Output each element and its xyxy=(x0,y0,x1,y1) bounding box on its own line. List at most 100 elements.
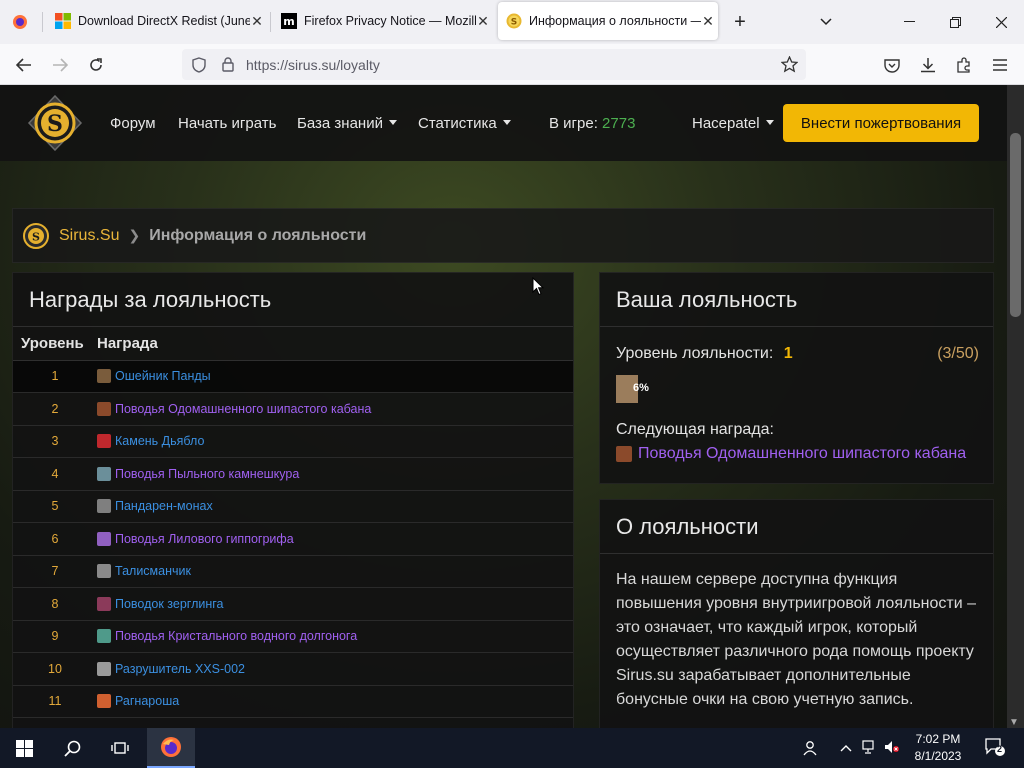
menu-knowledge-dropdown[interactable]: База знаний xyxy=(297,115,397,132)
back-arrow-icon[interactable] xyxy=(10,51,38,79)
sirus-logo-icon[interactable]: S xyxy=(27,95,83,151)
user-menu-dropdown[interactable]: Hacepatel xyxy=(692,115,774,132)
people-icon[interactable] xyxy=(802,740,818,759)
rewards-panel: Награды за лояльность Уровень Награда 1 О… xyxy=(12,272,574,728)
windows-start-icon[interactable] xyxy=(0,728,48,768)
reward-cell: Талисманчик xyxy=(97,555,573,588)
firefox-view-icon[interactable] xyxy=(6,8,34,36)
reward-link[interactable]: Ошейник Панды xyxy=(97,369,573,384)
your-loyalty-panel: Ваша лояльность Уровень лояльности: 1 (3… xyxy=(599,272,994,484)
browser-tab-bar: Download DirectX Redist (June ✕ m Firefo… xyxy=(0,0,1024,44)
tab-directx[interactable]: Download DirectX Redist (June ✕ xyxy=(48,2,268,40)
reward-cell: Поводья Лилового гиппогрифа xyxy=(97,522,573,556)
scrollbar-thumb[interactable] xyxy=(1010,133,1021,317)
table-row: 6 Поводья Лилового гиппогрифа xyxy=(13,522,573,556)
search-icon[interactable] xyxy=(48,728,96,768)
reward-link[interactable]: Камень Дьябло xyxy=(97,434,573,449)
reward-item-icon xyxy=(97,661,111,676)
notifications-icon[interactable]: 2 xyxy=(985,738,1005,759)
browser-nav-bar: https://sirus.su/loyalty xyxy=(0,44,1024,85)
mouse-cursor-icon xyxy=(532,277,544,296)
restore-window-button[interactable] xyxy=(940,8,970,36)
menu-play-link[interactable]: Начать играть xyxy=(178,115,276,132)
menu-stats-label: Статистика xyxy=(418,115,497,132)
page-content: S Форум Начать играть База знаний Статис… xyxy=(0,85,1007,728)
close-tab-icon[interactable]: ✕ xyxy=(476,13,490,30)
padlock-icon[interactable] xyxy=(222,57,234,72)
reward-cell: Рагнароша xyxy=(97,685,573,718)
online-count: 2773 xyxy=(602,115,636,132)
reward-link[interactable]: Разрушитель XXS-002 xyxy=(97,661,573,676)
pocket-icon[interactable] xyxy=(878,51,906,79)
minimize-window-button[interactable] xyxy=(894,8,924,36)
url-bar[interactable]: https://sirus.su/loyalty xyxy=(182,49,806,80)
task-view-icon[interactable] xyxy=(96,728,144,768)
reward-item-icon xyxy=(97,466,111,481)
reward-link[interactable]: Рагнароша xyxy=(97,694,573,709)
close-window-button[interactable] xyxy=(986,8,1016,36)
list-tabs-chevron-icon[interactable] xyxy=(811,8,841,36)
show-hidden-icons-chevron-icon[interactable] xyxy=(840,740,852,755)
tab-loyalty[interactable]: S Информация о лояльности — ✕ xyxy=(498,2,718,40)
reward-level: 11 xyxy=(13,685,97,718)
table-row: 1 Ошейник Панды xyxy=(13,360,573,393)
rewards-table: Уровень Награда 1 Ошейник Панды 2 Поводья О… xyxy=(13,327,573,718)
system-clock[interactable]: 7:02 PM 8/1/2023 xyxy=(906,731,970,765)
tab-title: Информация о лояльности — xyxy=(529,14,701,28)
reward-item-icon xyxy=(97,596,111,611)
username: Hacepatel xyxy=(692,115,760,132)
sirus-coin-icon: S xyxy=(506,13,522,29)
reward-link[interactable]: Поводья Одомашненного шипастого кабана xyxy=(97,401,573,416)
page-scrollbar[interactable]: ▼ xyxy=(1007,85,1024,728)
firefox-taskbar-icon[interactable] xyxy=(147,728,195,768)
reward-link[interactable]: Поводья Лилового гиппогрифа xyxy=(97,531,573,546)
network-icon[interactable] xyxy=(862,740,878,757)
bookmark-star-icon[interactable] xyxy=(781,56,798,73)
tracking-protection-shield-icon[interactable] xyxy=(192,56,206,73)
reward-link[interactable]: Талисманчик xyxy=(97,564,573,579)
reward-link[interactable]: Поводок зерглинга xyxy=(97,596,573,611)
reward-cell: Поводья Пыльного камнешкура xyxy=(97,457,573,491)
reward-level: 1 xyxy=(13,360,97,393)
reward-item-icon xyxy=(97,564,111,579)
close-tab-icon[interactable]: ✕ xyxy=(250,13,264,30)
loyalty-level-row: Уровень лояльности: 1 (3/50) xyxy=(616,345,979,363)
extensions-puzzle-icon[interactable] xyxy=(950,51,978,79)
caret-down-icon xyxy=(502,120,511,125)
forward-arrow-icon[interactable] xyxy=(46,51,74,79)
chevron-right-icon: ❯ xyxy=(128,227,141,243)
downloads-icon[interactable] xyxy=(914,51,942,79)
breadcrumb-home-link[interactable]: Sirus.Su xyxy=(59,227,119,245)
volume-muted-icon[interactable] xyxy=(884,740,900,757)
tab-firefox-privacy[interactable]: m Firefox Privacy Notice — Mozill ✕ xyxy=(274,2,494,40)
next-reward-link[interactable]: Поводья Одомашненного шипастого кабана xyxy=(616,445,966,463)
clock-date: 8/1/2023 xyxy=(914,749,962,763)
progress-label: 6% xyxy=(633,382,649,394)
new-tab-button[interactable]: + xyxy=(725,8,755,36)
reward-level: 9 xyxy=(13,620,97,653)
sirus-coin-icon: S xyxy=(23,222,49,249)
close-tab-icon[interactable]: ✕ xyxy=(701,13,715,30)
menu-stats-dropdown[interactable]: Статистика xyxy=(418,115,511,132)
svg-text:S: S xyxy=(32,230,40,243)
reward-link[interactable]: Поводья Кристального водного долгонога xyxy=(97,629,573,644)
reward-cell: Поводок зерглинга xyxy=(97,587,573,621)
scroll-down-arrow-icon[interactable]: ▼ xyxy=(1009,717,1019,728)
url-text[interactable]: https://sirus.su/loyalty xyxy=(246,57,380,73)
reward-level: 6 xyxy=(13,522,97,556)
hamburger-menu-icon[interactable] xyxy=(986,51,1014,79)
reward-link[interactable]: Поводья Пыльного камнешкура xyxy=(97,466,573,481)
reward-item-icon xyxy=(97,499,111,514)
reload-icon[interactable] xyxy=(82,51,110,79)
tab-title: Download DirectX Redist (June xyxy=(78,14,250,28)
tab-title: Firefox Privacy Notice — Mozill xyxy=(304,14,476,28)
next-reward-label: Следующая награда: xyxy=(616,421,774,438)
reward-item-icon xyxy=(97,694,111,709)
menu-forum-link[interactable]: Форум xyxy=(110,115,156,132)
reward-link[interactable]: Пандарен-монах xyxy=(97,499,573,514)
donate-button[interactable]: Внести пожертвования xyxy=(783,104,979,142)
table-row: 11 Рагнароша xyxy=(13,685,573,718)
your-loyalty-title: Ваша лояльность xyxy=(600,273,993,327)
boar-mount-icon xyxy=(616,446,632,462)
reward-name: Поводья Кристального водного долгонога xyxy=(115,629,358,644)
